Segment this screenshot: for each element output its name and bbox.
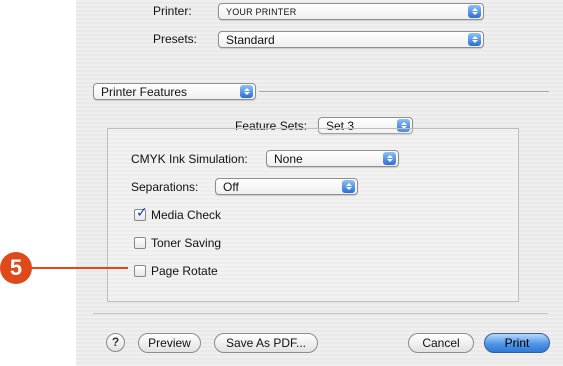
help-button[interactable]: ? [106, 333, 125, 352]
page-rotate-checkbox[interactable] [134, 265, 146, 277]
popup-arrows-icon [468, 5, 481, 18]
printer-label: Printer: [153, 4, 192, 18]
cancel-button[interactable]: Cancel [408, 333, 474, 353]
presets-value: Standard [226, 33, 275, 47]
media-check-label: Media Check [151, 208, 222, 222]
print-dialog: Printer: YOUR PRINTER Presets: Standard … [76, 0, 563, 366]
callout-leader-line [32, 267, 128, 269]
printer-popup[interactable]: YOUR PRINTER [218, 3, 484, 20]
panel-value: Printer Features [101, 85, 188, 99]
toner-saving-checkbox[interactable] [134, 237, 146, 249]
popup-arrows-icon [342, 180, 355, 193]
bottom-separator [93, 313, 548, 314]
separations-value: Off [223, 180, 239, 194]
callout-number-badge: 5 [0, 252, 32, 284]
page-rotate-label: Page Rotate [151, 264, 218, 278]
panel-popup[interactable]: Printer Features [93, 83, 256, 100]
print-button[interactable]: Print [484, 333, 550, 353]
cmyk-value: None [274, 152, 303, 166]
save-as-pdf-button[interactable]: Save As PDF... [214, 333, 318, 353]
media-check-checkbox[interactable]: ✓ [134, 205, 148, 221]
printer-value: YOUR PRINTER [226, 7, 297, 17]
popup-arrows-icon [383, 152, 396, 165]
popup-arrows-icon [240, 85, 253, 98]
checkmark-icon: ✓ [136, 205, 148, 221]
separations-label: Separations: [131, 180, 199, 194]
panel-separator [259, 91, 549, 92]
cmyk-label: CMYK Ink Simulation: [131, 152, 248, 166]
separations-popup[interactable]: Off [215, 178, 358, 195]
popup-arrows-icon [468, 33, 481, 46]
preview-button[interactable]: Preview [138, 333, 201, 353]
cmyk-popup[interactable]: None [266, 150, 399, 167]
presets-popup[interactable]: Standard [218, 31, 484, 48]
toner-saving-label: Toner Saving [151, 236, 222, 250]
presets-label: Presets: [153, 32, 198, 46]
